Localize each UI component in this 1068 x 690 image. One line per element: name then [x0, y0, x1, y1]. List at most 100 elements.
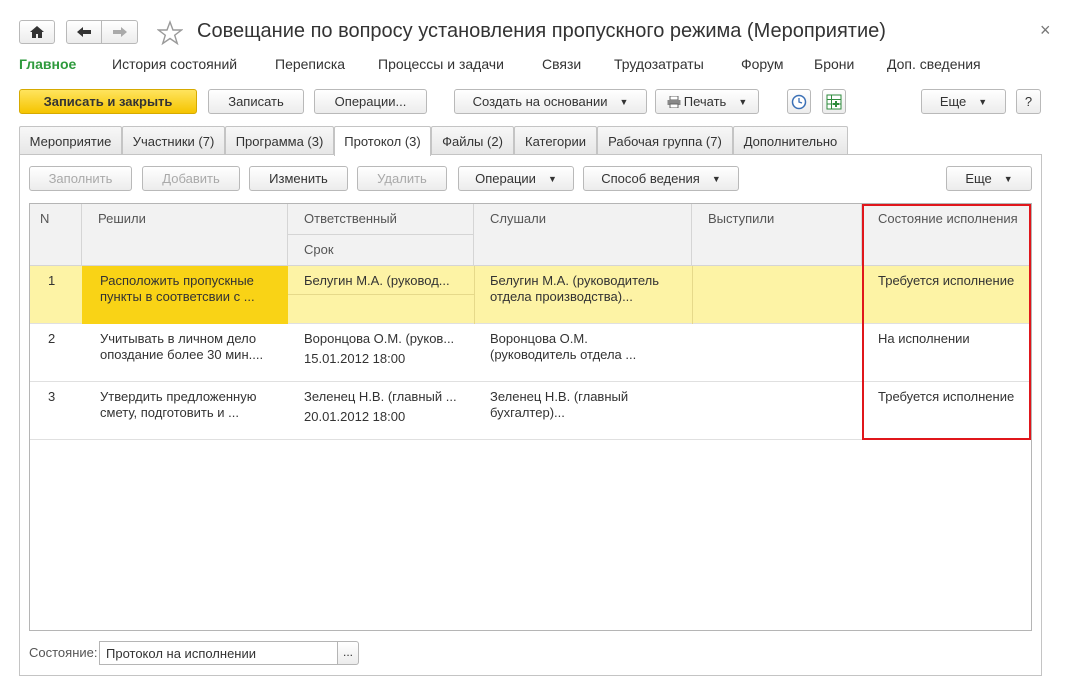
menu-item-reservations[interactable]: Брони	[814, 56, 854, 72]
column-header-heard[interactable]: Слушали	[474, 204, 692, 266]
cell-deadline: 20.01.2012 18:00	[304, 409, 406, 424]
edit-button[interactable]: Изменить	[249, 166, 348, 191]
tab-label: Категории	[525, 133, 586, 149]
operations-button[interactable]: Операции...	[314, 89, 427, 114]
print-button[interactable]: Печать ▼	[655, 89, 759, 114]
create-based-on-label: Создать на основании	[472, 94, 608, 109]
menu-item-correspondence[interactable]: Переписка	[275, 56, 345, 72]
cell-responsible: Воронцова О.М. (руков... 15.01.2012 18:0…	[294, 324, 464, 374]
cell-line: Зеленец Н.В. (главный ...	[304, 389, 457, 404]
header-label: N	[40, 211, 50, 226]
column-header-responsible[interactable]: Ответственный	[288, 204, 474, 235]
menu-item-history[interactable]: История состояний	[112, 56, 237, 72]
cell-line: отдела производства)...	[490, 289, 633, 304]
cell-line: (руководитель отдела ...	[490, 347, 637, 362]
method-button[interactable]: Способ ведения ▼	[583, 166, 739, 191]
cell-line: Воронцова О.М.	[490, 331, 588, 346]
back-button[interactable]	[66, 20, 102, 44]
cell-deadline: 15.01.2012 18:00	[304, 351, 406, 366]
help-button[interactable]: ?	[1016, 89, 1041, 114]
history-clock-button[interactable]	[787, 89, 811, 114]
status-label: Состояние:	[29, 645, 98, 660]
cell-line: бухгалтер)...	[490, 405, 565, 420]
create-based-on-button[interactable]: Создать на основании ▼	[454, 89, 647, 114]
favorite-star-button[interactable]	[156, 20, 184, 46]
close-icon[interactable]: ×	[1040, 20, 1051, 41]
chevron-down-icon: ▼	[978, 96, 988, 107]
column-header-deadline[interactable]: Срок	[288, 235, 474, 266]
status-select-button[interactable]: ...	[337, 641, 359, 665]
tab-label: Протокол (3)	[344, 134, 421, 149]
column-header-spoke[interactable]: Выступили	[692, 204, 862, 266]
header-label: Ответственный	[304, 211, 397, 226]
fill-label: Заполнить	[48, 171, 113, 186]
table-operations-button[interactable]: Операции ▼	[458, 166, 574, 191]
star-icon	[156, 20, 184, 46]
fill-button[interactable]: Заполнить	[29, 166, 132, 191]
cell-line: Расположить пропускные	[100, 273, 254, 288]
save-button[interactable]: Записать	[208, 89, 304, 114]
tab-label: Участники (7)	[132, 133, 215, 149]
table-more-label: Еще	[965, 171, 992, 186]
add-label: Добавить	[162, 171, 220, 186]
add-button[interactable]: Добавить	[142, 166, 240, 191]
tab-label: Программа (3)	[235, 133, 324, 149]
delete-label: Удалить	[377, 171, 427, 186]
table-operations-label: Операции	[475, 171, 536, 186]
more-button[interactable]: Еще ▼	[921, 89, 1006, 114]
menu-item-processes[interactable]: Процессы и задачи	[378, 56, 504, 72]
cell-decided: Расположить пропускные пункты в соответс…	[90, 266, 265, 312]
cell-line: опоздание более 30 мин....	[100, 347, 264, 362]
more-label: Еще	[939, 94, 967, 109]
menu-item-links[interactable]: Связи	[542, 56, 581, 72]
tab-program[interactable]: Программа (3)	[225, 126, 334, 155]
printer-icon	[667, 95, 681, 108]
cell-text: 2	[48, 331, 56, 346]
cell-n: 2	[38, 324, 65, 354]
cell-text: Белугин М.А. (руковод...	[304, 273, 450, 288]
menu-item-forum[interactable]: Форум	[741, 56, 784, 72]
save-and-close-label: Записать и закрыть	[43, 94, 173, 109]
cell-decided: Утвердить предложенную смету, подготовит…	[90, 382, 266, 428]
tab-participants[interactable]: Участники (7)	[122, 126, 225, 155]
chevron-down-icon: ▼	[547, 173, 557, 184]
cell-line: Зеленец Н.В. (главный	[490, 389, 629, 404]
spreadsheet-add-icon	[826, 94, 842, 109]
cell-heard: Воронцова О.М. (руководитель отдела ...	[480, 324, 646, 370]
cell-n: 3	[38, 382, 65, 412]
table-more-button[interactable]: Еще ▼	[946, 166, 1032, 191]
save-and-close-button[interactable]: Записать и закрыть	[19, 89, 197, 114]
cell-decided: Учитывать в личном дело опоздание более …	[90, 324, 273, 370]
tab-additional[interactable]: Дополнительно	[733, 126, 848, 155]
help-label: ?	[1024, 94, 1033, 109]
tab-workgroup[interactable]: Рабочая группа (7)	[597, 126, 733, 155]
edit-label: Изменить	[269, 171, 328, 186]
home-button[interactable]	[19, 20, 55, 44]
tab-label: Дополнительно	[743, 133, 838, 149]
chevron-down-icon: ▼	[1003, 173, 1013, 184]
save-label: Записать	[228, 94, 284, 109]
tab-label: Рабочая группа (7)	[608, 133, 722, 149]
cell-line: Белугин М.А. (руководитель	[490, 273, 660, 288]
status-field[interactable]: Протокол на исполнении	[99, 641, 338, 665]
tab-protocol[interactable]: Протокол (3)	[334, 126, 431, 156]
column-header-decided[interactable]: Решили	[82, 204, 288, 266]
cell-responsible: Белугин М.А. (руковод...	[294, 266, 460, 296]
cell-responsible: Зеленец Н.В. (главный ... 20.01.2012 18:…	[294, 382, 467, 432]
column-header-n[interactable]: N	[30, 204, 82, 266]
home-icon	[30, 26, 44, 38]
operations-label: Операции...	[334, 94, 407, 109]
chevron-down-icon: ▼	[619, 96, 629, 107]
cell-text: 1	[48, 273, 56, 288]
menu-item-extra-info[interactable]: Доп. сведения	[887, 56, 981, 72]
print-label: Печать	[683, 94, 727, 109]
header-label: Слушали	[490, 211, 546, 226]
tab-categories[interactable]: Категории	[514, 126, 597, 155]
forward-button[interactable]	[101, 20, 138, 44]
tab-event[interactable]: Мероприятие	[19, 126, 122, 155]
spreadsheet-button[interactable]	[822, 89, 846, 114]
menu-item-main[interactable]: Главное	[19, 56, 76, 72]
tab-files[interactable]: Файлы (2)	[431, 126, 514, 155]
delete-button[interactable]: Удалить	[357, 166, 447, 191]
menu-item-labor[interactable]: Трудозатраты	[614, 56, 704, 72]
